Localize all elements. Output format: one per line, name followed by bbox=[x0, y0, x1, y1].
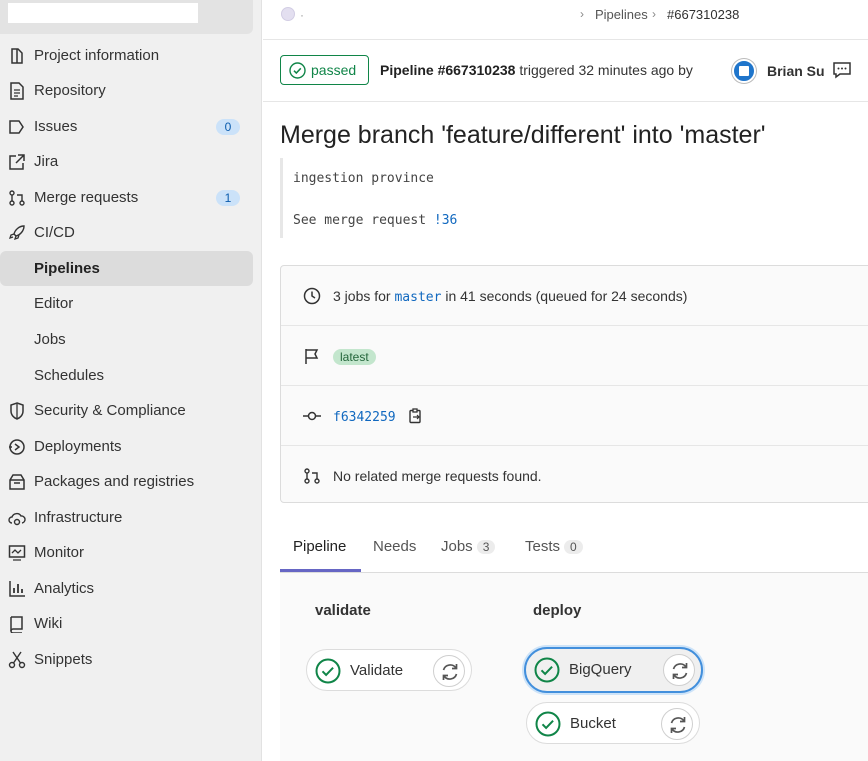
check-circle-icon bbox=[535, 711, 561, 737]
commit-icon bbox=[303, 411, 321, 421]
shield-icon bbox=[10, 402, 24, 420]
project-name-redacted bbox=[8, 3, 198, 23]
breadcrumb-pipelines[interactable]: Pipelines bbox=[595, 7, 648, 22]
commit-row: f6342259 bbox=[281, 386, 868, 446]
retry-button[interactable] bbox=[661, 708, 693, 740]
sidebar-item-wiki[interactable]: Wiki bbox=[0, 606, 253, 641]
main-content: · › Pipelines › #667310238 passed Pipeli… bbox=[263, 0, 868, 761]
sidebar-item-cicd[interactable]: CI/CD bbox=[0, 215, 253, 250]
chevron-right-icon: › bbox=[580, 7, 584, 21]
merge-request-icon bbox=[304, 468, 320, 484]
branch-link[interactable]: master bbox=[394, 290, 441, 305]
breadcrumb-pipeline-id[interactable]: #667310238 bbox=[667, 7, 739, 22]
chart-icon bbox=[9, 581, 25, 597]
tab-pipeline[interactable]: Pipeline bbox=[293, 538, 346, 555]
retry-icon bbox=[442, 664, 458, 680]
book-icon bbox=[10, 616, 23, 633]
sidebar-item-packages-registries[interactable]: Packages and registries bbox=[0, 464, 253, 499]
pipeline-id-label: Pipeline #667310238 bbox=[380, 62, 516, 78]
sidebar-item-merge-requests[interactable]: Merge requests 1 bbox=[0, 180, 253, 215]
divider bbox=[263, 101, 868, 102]
commit-description: ingestion province See merge request !36 bbox=[280, 158, 868, 238]
job-bucket[interactable]: Bucket bbox=[526, 702, 700, 744]
job-validate[interactable]: Validate bbox=[306, 649, 472, 691]
package-icon bbox=[9, 474, 25, 490]
comment-icon[interactable] bbox=[832, 61, 852, 79]
pipeline-trigger-text: Pipeline #667310238 triggered 32 minutes… bbox=[380, 62, 693, 78]
job-bigquery[interactable]: BigQuery bbox=[524, 647, 703, 693]
sidebar-item-issues[interactable]: Issues 0 bbox=[0, 109, 253, 144]
sidebar-item-deployments[interactable]: Deployments bbox=[0, 429, 253, 464]
sidebar-item-jira[interactable]: Jira bbox=[0, 144, 253, 179]
external-link-icon bbox=[9, 154, 25, 170]
avatar[interactable] bbox=[732, 59, 756, 83]
check-circle-icon bbox=[534, 657, 560, 683]
sidebar-item-pipelines[interactable]: Pipelines bbox=[0, 251, 253, 286]
check-circle-icon bbox=[315, 658, 341, 684]
monitor-icon bbox=[8, 545, 26, 561]
sidebar: Project information Repository Issues 0 … bbox=[0, 0, 262, 761]
divider bbox=[263, 39, 868, 40]
tab-needs[interactable]: Needs bbox=[373, 538, 416, 555]
doc-icon bbox=[10, 82, 24, 100]
sidebar-item-analytics[interactable]: Analytics bbox=[0, 571, 253, 606]
issues-icon bbox=[9, 120, 24, 134]
merge-request-icon bbox=[9, 190, 25, 206]
retry-icon bbox=[672, 663, 688, 679]
stage-title-validate: validate bbox=[315, 602, 371, 619]
pipeline-info-box: 3 jobs for master in 41 seconds (queued … bbox=[280, 265, 868, 503]
sidebar-item-infrastructure[interactable]: Infrastructure bbox=[0, 500, 253, 535]
retry-button[interactable] bbox=[433, 655, 465, 687]
pipeline-graph: validate deploy Validate BigQuery Bucket bbox=[280, 573, 868, 761]
sidebar-item-editor[interactable]: Editor bbox=[0, 286, 253, 321]
breadcrumb: · › Pipelines › #667310238 bbox=[263, 0, 868, 30]
issues-count-badge: 0 bbox=[216, 119, 240, 135]
merge-requests-count-badge: 1 bbox=[216, 190, 240, 206]
sidebar-item-snippets[interactable]: Snippets bbox=[0, 642, 253, 677]
chevron-right-icon: › bbox=[652, 7, 656, 21]
active-tab-indicator bbox=[280, 569, 361, 572]
stage-title-deploy: deploy bbox=[533, 602, 582, 619]
flag-icon bbox=[305, 349, 319, 364]
sidebar-item-repository[interactable]: Repository bbox=[0, 73, 253, 108]
check-circle-icon bbox=[289, 62, 306, 79]
tab-tests[interactable]: Tests 0 bbox=[525, 538, 583, 555]
sidebar-item-schedules[interactable]: Schedules bbox=[0, 358, 253, 393]
project-avatar[interactable] bbox=[281, 7, 295, 21]
page-title: Merge branch 'feature/different' into 'm… bbox=[280, 121, 766, 149]
latest-badge: latest bbox=[333, 349, 376, 365]
tags-row: latest bbox=[281, 326, 868, 386]
project-header[interactable] bbox=[0, 0, 253, 34]
merge-request-link[interactable]: !36 bbox=[434, 213, 457, 228]
commit-sha-link[interactable]: f6342259 bbox=[333, 410, 396, 425]
deployments-icon bbox=[9, 439, 25, 455]
jobs-summary-row: 3 jobs for master in 41 seconds (queued … bbox=[281, 266, 868, 326]
user-name-link[interactable]: Brian Su bbox=[767, 63, 825, 79]
tab-jobs[interactable]: Jobs 3 bbox=[441, 538, 496, 555]
jobs-count-badge: 3 bbox=[476, 540, 496, 554]
retry-button[interactable] bbox=[663, 654, 695, 686]
sidebar-item-jobs[interactable]: Jobs bbox=[0, 322, 253, 357]
scissors-icon bbox=[8, 651, 26, 669]
pipeline-header: passed Pipeline #667310238 triggered 32 … bbox=[280, 55, 868, 85]
sidebar-item-project-information[interactable]: Project information bbox=[0, 38, 253, 73]
sidebar-item-monitor[interactable]: Monitor bbox=[0, 535, 253, 570]
rocket-icon bbox=[8, 225, 25, 241]
status-badge[interactable]: passed bbox=[280, 55, 369, 85]
tests-count-badge: 0 bbox=[564, 540, 583, 554]
cloud-gear-icon bbox=[8, 512, 26, 526]
clock-icon bbox=[303, 287, 321, 305]
sidebar-item-security-compliance[interactable]: Security & Compliance bbox=[0, 393, 253, 428]
retry-icon bbox=[670, 717, 686, 733]
merge-requests-row: No related merge requests found. bbox=[281, 446, 868, 506]
pipeline-tabs: Pipeline Needs Jobs 3 Tests 0 bbox=[280, 525, 868, 573]
copy-icon[interactable] bbox=[408, 408, 423, 424]
info-icon bbox=[11, 48, 23, 64]
